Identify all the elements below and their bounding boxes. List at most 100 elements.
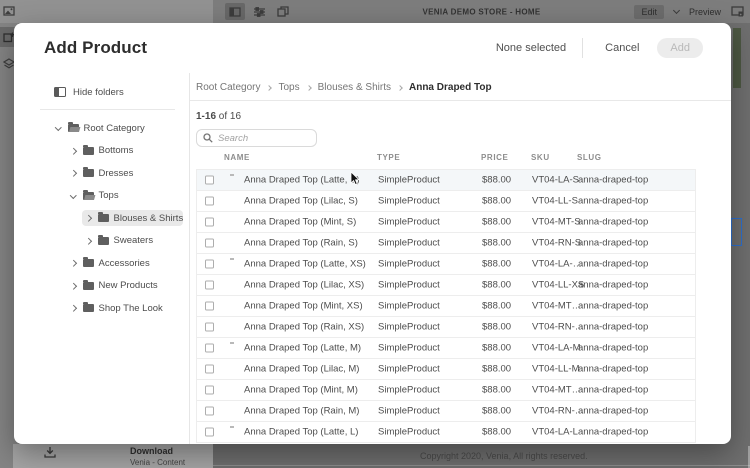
tree-expand-chevron-icon[interactable] <box>70 283 76 289</box>
tree-item[interactable]: New Products <box>14 275 189 298</box>
row-checkbox[interactable] <box>205 239 214 248</box>
cell-price: $88.00 <box>482 259 511 270</box>
cell-name: Anna Draped Top (Latte, L) <box>244 427 358 438</box>
row-checkbox[interactable] <box>205 197 214 206</box>
cell-type: SimpleProduct <box>378 343 440 354</box>
row-checkbox[interactable] <box>205 344 214 353</box>
row-thumbnail-placeholder <box>230 258 234 260</box>
cell-price: $88.00 <box>482 301 511 312</box>
row-checkbox[interactable] <box>205 407 214 416</box>
download-block[interactable]: Download Venia - Content <box>44 446 185 467</box>
add-product-dialog: Add Product None selected Cancel Add Hid… <box>14 23 731 444</box>
table-row[interactable]: Anna Draped Top (Lilac, XS) SimpleProduc… <box>197 275 695 296</box>
table-row[interactable]: Anna Draped Top (Latte, XS) SimpleProduc… <box>197 254 695 275</box>
cell-type: SimpleProduct <box>378 259 440 270</box>
tree-item[interactable]: Dresses <box>14 162 189 185</box>
table-row[interactable]: Anna Draped Top (Mint, S) SimpleProduct … <box>197 212 695 233</box>
cancel-button[interactable]: Cancel <box>599 38 645 58</box>
row-checkbox[interactable] <box>205 428 214 437</box>
table-row[interactable]: Anna Draped Top (Rain, M) SimpleProduct … <box>197 401 695 422</box>
folder-icon <box>83 259 94 267</box>
table-row[interactable]: Anna Draped Top (Mint, M) SimpleProduct … <box>197 380 695 401</box>
table-row[interactable]: Anna Draped Top (Latte, S) SimpleProduct… <box>197 170 695 191</box>
page-title: VENIA DEMO STORE - HOME <box>422 7 540 16</box>
cell-sku: VT04-LA-M <box>532 343 581 354</box>
row-checkbox[interactable] <box>205 323 214 332</box>
copy-pages-icon[interactable] <box>275 3 291 20</box>
cell-sku: VT04-RN-… <box>532 406 584 417</box>
table-row[interactable]: Anna Draped Top (Latte, M) SimpleProduct… <box>197 338 695 359</box>
cell-sku: VT04-LA-S <box>532 175 579 186</box>
table-row[interactable]: Anna Draped Top (Lilac, M) SimpleProduct… <box>197 359 695 380</box>
tree-expand-chevron-icon[interactable] <box>70 170 76 176</box>
preview-button[interactable]: Preview <box>689 7 721 17</box>
tree-item[interactable]: Sweaters <box>14 230 189 253</box>
tree-item[interactable]: Blouses & Shirts <box>14 207 189 230</box>
cell-price: $88.00 <box>482 406 511 417</box>
table-row[interactable]: Anna Draped Top (Latte, L) SimpleProduct… <box>197 422 695 443</box>
breadcrumb-separator-icon <box>397 85 403 91</box>
filters-icon[interactable] <box>251 3 267 20</box>
tree-item[interactable]: Bottoms <box>14 140 189 163</box>
tree-item[interactable]: Accessories <box>14 252 189 275</box>
dialog-title: Add Product <box>44 38 147 58</box>
assets-icon[interactable] <box>3 5 15 17</box>
table-row[interactable]: Anna Draped Top (Lilac, S) SimpleProduct… <box>197 191 695 212</box>
add-button[interactable]: Add <box>657 38 703 58</box>
cell-slug: anna-draped-top <box>578 259 648 270</box>
hide-folders-toggle[interactable]: Hide folders <box>54 83 189 101</box>
cell-slug: anna-draped-top <box>578 238 648 249</box>
edit-mode-chevron-down-icon[interactable] <box>673 7 680 14</box>
row-checkbox[interactable] <box>205 365 214 374</box>
devices-emulator-icon[interactable] <box>731 6 744 17</box>
search-input[interactable] <box>218 133 310 144</box>
category-tree: Root Category Bottoms Dresses Tops Blous… <box>14 117 189 320</box>
table-row[interactable]: Anna Draped Top (Rain, XS) SimpleProduct… <box>197 317 695 338</box>
cell-name: Anna Draped Top (Mint, S) <box>244 217 356 228</box>
cell-type: SimpleProduct <box>378 385 440 396</box>
breadcrumb: Root CategoryTopsBlouses & ShirtsAnna Dr… <box>196 73 731 100</box>
dialog-header: Add Product None selected Cancel Add <box>14 23 731 73</box>
breadcrumb-link[interactable]: Tops <box>278 82 299 93</box>
cell-slug: anna-draped-top <box>578 175 648 186</box>
edit-mode-button[interactable]: Edit <box>634 5 664 19</box>
row-checkbox[interactable] <box>205 260 214 269</box>
tree-item[interactable]: Root Category <box>14 117 189 140</box>
folder-icon <box>83 147 94 155</box>
cell-type: SimpleProduct <box>378 301 440 312</box>
breadcrumb-link[interactable]: Blouses & Shirts <box>318 82 391 93</box>
tree-item[interactable]: Tops <box>14 185 189 208</box>
cell-sku: VT04-MT-S <box>532 217 581 228</box>
cell-sku: VT04-LL-XS <box>532 280 584 291</box>
tree-item[interactable]: Shop The Look <box>14 297 189 320</box>
tree-expand-chevron-icon[interactable] <box>55 124 61 130</box>
cell-type: SimpleProduct <box>378 238 440 249</box>
top-bar-side-panel-section <box>0 0 213 23</box>
tree-expand-chevron-icon[interactable] <box>70 305 76 311</box>
tree-expand-chevron-icon[interactable] <box>85 238 91 244</box>
row-checkbox[interactable] <box>205 386 214 395</box>
selection-status: None selected <box>496 42 566 54</box>
tree-expand-chevron-icon[interactable] <box>70 192 76 198</box>
folder-icon <box>98 214 109 222</box>
row-checkbox[interactable] <box>205 281 214 290</box>
cell-type: SimpleProduct <box>378 217 440 228</box>
cell-name: Anna Draped Top (Latte, S) <box>244 175 359 186</box>
download-label: Download <box>130 446 185 456</box>
breadcrumb-link[interactable]: Root Category <box>196 82 260 93</box>
row-checkbox[interactable] <box>205 176 214 185</box>
side-panel-toggle-icon[interactable] <box>225 3 245 20</box>
table-row[interactable]: Anna Draped Top (Rain, S) SimpleProduct … <box>197 233 695 254</box>
tree-expand-chevron-icon[interactable] <box>70 260 76 266</box>
folders-panel-divider <box>40 109 175 110</box>
cell-price: $88.00 <box>482 385 511 396</box>
row-checkbox[interactable] <box>205 218 214 227</box>
row-thumbnail-placeholder <box>230 174 234 176</box>
cell-price: $88.00 <box>482 364 511 375</box>
cell-name: Anna Draped Top (Latte, M) <box>244 343 361 354</box>
tree-expand-chevron-icon[interactable] <box>70 148 76 154</box>
copyright-text: Copyright 2020, Venia, All rights reserv… <box>420 451 588 461</box>
table-row[interactable]: Anna Draped Top (Mint, XS) SimpleProduct… <box>197 296 695 317</box>
row-checkbox[interactable] <box>205 302 214 311</box>
tree-expand-chevron-icon[interactable] <box>85 215 91 221</box>
